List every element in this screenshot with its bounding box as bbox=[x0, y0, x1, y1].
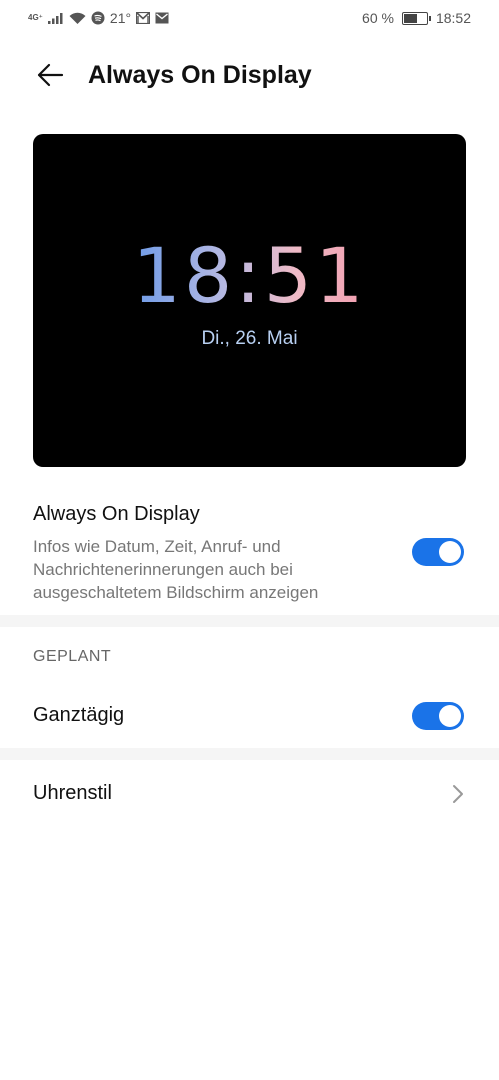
section-label-scheduled: GEPLANT bbox=[33, 648, 112, 665]
header: Always On Display bbox=[0, 44, 499, 106]
status-bar: 4G⁺ 21° 60 % 18:52 bbox=[0, 0, 499, 36]
aod-setting-title: Always On Display bbox=[33, 503, 200, 525]
chevron-right-icon bbox=[453, 785, 463, 803]
preview-date: Di., 26. Mai bbox=[201, 328, 298, 349]
preview-clock-container: 18:51 bbox=[33, 236, 466, 316]
gmail-icon bbox=[136, 12, 151, 24]
all-day-toggle[interactable] bbox=[412, 702, 464, 730]
all-day-setting-row[interactable]: Ganztägig bbox=[0, 688, 499, 744]
preview-clock: 18:51 bbox=[132, 231, 367, 320]
wifi-icon bbox=[69, 12, 86, 24]
status-bar-right: 60 % 18:52 bbox=[362, 10, 471, 26]
signal-icon bbox=[47, 13, 63, 24]
clock-style-title: Uhrenstil bbox=[33, 782, 112, 804]
aod-toggle[interactable] bbox=[412, 538, 464, 566]
clock-style-row[interactable]: Uhrenstil bbox=[0, 766, 499, 822]
battery-level bbox=[403, 13, 418, 23]
back-arrow-icon bbox=[37, 63, 64, 87]
spotify-icon bbox=[91, 11, 105, 25]
network-type: 4G⁺ bbox=[28, 13, 43, 22]
all-day-setting-title: Ganztägig bbox=[33, 704, 125, 726]
back-button[interactable] bbox=[30, 55, 70, 95]
aod-setting-row[interactable]: Always On Display Infos wie Datum, Zeit,… bbox=[0, 495, 499, 615]
status-bar-left: 4G⁺ 21° bbox=[28, 10, 169, 26]
battery-percent: 60 % bbox=[362, 10, 394, 26]
temperature: 21° bbox=[109, 10, 132, 26]
battery-icon bbox=[401, 11, 431, 25]
section-divider bbox=[0, 615, 499, 627]
section-divider bbox=[0, 748, 499, 760]
mail-icon bbox=[155, 12, 169, 24]
aod-setting-description: Infos wie Datum, Zeit, Anruf- und Nachri… bbox=[33, 537, 319, 602]
status-time: 18:52 bbox=[435, 10, 471, 26]
page-title: Always On Display bbox=[88, 60, 312, 89]
